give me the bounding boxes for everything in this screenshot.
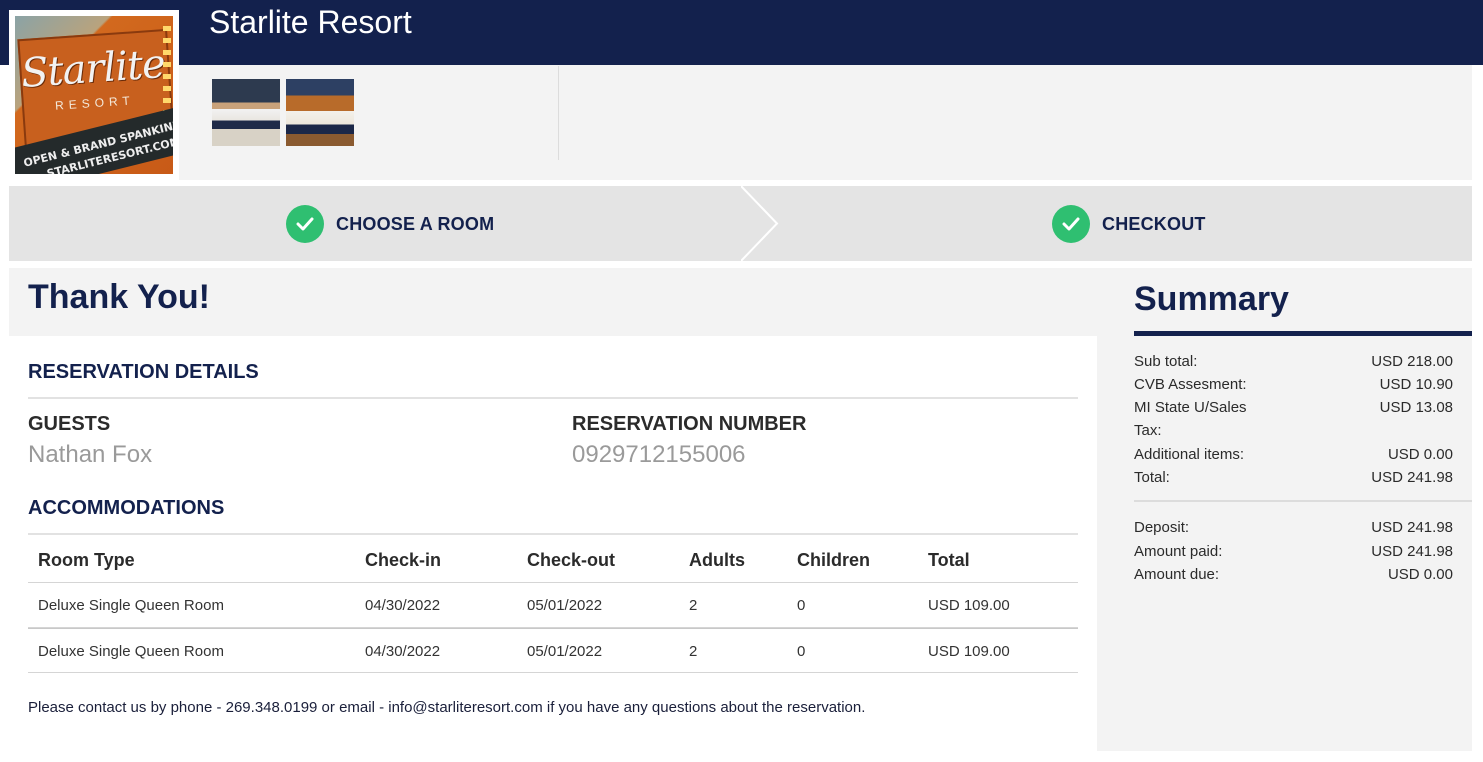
table-row: Deluxe Single Queen Room 04/30/2022 05/0… xyxy=(28,628,1078,673)
room-thumbnail-1[interactable] xyxy=(212,79,280,146)
summary-value: USD 13.08 xyxy=(1379,399,1453,416)
hotel-name: Starlite Resort xyxy=(209,4,412,40)
gallery-divider xyxy=(558,66,559,160)
section-divider xyxy=(28,533,1078,535)
column-header: Children xyxy=(797,550,871,570)
table-cell: USD 109.00 xyxy=(928,597,1010,614)
contact-email-link[interactable]: info@starliteresort.com xyxy=(388,699,542,716)
section-divider xyxy=(28,397,1078,399)
contact-phone-link[interactable]: 269.348.0199 xyxy=(226,699,318,716)
table-cell: 2 xyxy=(689,597,698,614)
guests-value: Nathan Fox xyxy=(28,441,153,468)
step-checkout[interactable]: CHECKOUT xyxy=(1052,205,1206,243)
column-header: Adults xyxy=(689,550,745,570)
table-cell: Deluxe Single Queen Room xyxy=(38,643,224,660)
summary-label: CVB Assesment: xyxy=(1134,376,1247,393)
summary-divider xyxy=(1134,500,1472,502)
summary-value: USD 0.00 xyxy=(1387,566,1453,583)
accommodations-table: Room Type Check-in Check-out Adults Chil… xyxy=(28,538,1078,673)
check-icon xyxy=(1052,205,1090,243)
summary-label: Additional items: xyxy=(1134,446,1245,463)
summary-value: USD 218.00 xyxy=(1371,353,1453,370)
summary-value: USD 10.90 xyxy=(1379,376,1453,393)
reservation-details-heading: RESERVATION DETAILS xyxy=(28,361,259,383)
summary-value: USD 0.00 xyxy=(1387,446,1453,463)
summary-underline xyxy=(1134,331,1472,336)
summary-label: Sub total: xyxy=(1134,353,1198,370)
column-header: Check-out xyxy=(527,550,616,570)
check-icon xyxy=(286,205,324,243)
column-header: Total xyxy=(928,550,970,570)
summary-label: Amount paid: xyxy=(1134,543,1223,560)
step-chevron-divider xyxy=(741,186,779,261)
contact-message: Please contact us by phone - 269.348.019… xyxy=(28,699,865,716)
summary-label: Amount due: xyxy=(1134,566,1220,583)
table-cell: Deluxe Single Queen Room xyxy=(38,597,224,614)
reservation-number-label: RESERVATION NUMBER xyxy=(572,413,807,435)
page-title: Thank You! xyxy=(28,278,210,316)
table-cell: 0 xyxy=(797,597,806,614)
summary-value: USD 241.98 xyxy=(1371,543,1453,560)
reservation-number-value: 0929712155006 xyxy=(572,441,746,468)
table-cell: 05/01/2022 xyxy=(527,643,603,660)
logo-image: Starlite RESORT OPEN & BRAND SPANKIN' NE… xyxy=(15,16,173,174)
summary-title: Summary xyxy=(1134,280,1289,318)
summary-label: Total: xyxy=(1134,469,1170,486)
table-header-row: Room Type Check-in Check-out Adults Chil… xyxy=(28,538,1078,583)
step-choose-room[interactable]: CHOOSE A ROOM xyxy=(286,205,495,243)
column-header: Room Type xyxy=(38,550,135,570)
gallery-panel xyxy=(179,65,1472,180)
step-label: CHECKOUT xyxy=(1102,213,1206,234)
table-cell: USD 109.00 xyxy=(928,643,1010,660)
contact-suffix: if you have any questions about the rese… xyxy=(542,699,866,716)
table-row: Deluxe Single Queen Room 04/30/2022 05/0… xyxy=(28,583,1078,628)
table-cell: 2 xyxy=(689,643,698,660)
summary-panel xyxy=(1097,268,1472,751)
summary-value: USD 241.98 xyxy=(1371,519,1453,536)
table-cell: 04/30/2022 xyxy=(365,643,441,660)
hotel-logo[interactable]: Starlite RESORT OPEN & BRAND SPANKIN' NE… xyxy=(9,10,179,180)
contact-prefix: Please contact us by phone - xyxy=(28,699,226,716)
accommodations-heading: ACCOMMODATIONS xyxy=(28,497,225,519)
table-cell: 04/30/2022 xyxy=(365,597,441,614)
guests-label: GUESTS xyxy=(28,413,111,435)
contact-middle: or email - xyxy=(317,699,389,716)
column-header: Check-in xyxy=(365,550,442,570)
step-label: CHOOSE A ROOM xyxy=(336,213,495,234)
summary-value: USD 241.98 xyxy=(1371,469,1453,486)
summary-label: MI State U/Sales Tax: xyxy=(1134,399,1247,439)
table-cell: 0 xyxy=(797,643,806,660)
table-cell: 05/01/2022 xyxy=(527,597,603,614)
room-thumbnail-2[interactable] xyxy=(286,79,354,146)
summary-label: Deposit: xyxy=(1134,519,1190,536)
